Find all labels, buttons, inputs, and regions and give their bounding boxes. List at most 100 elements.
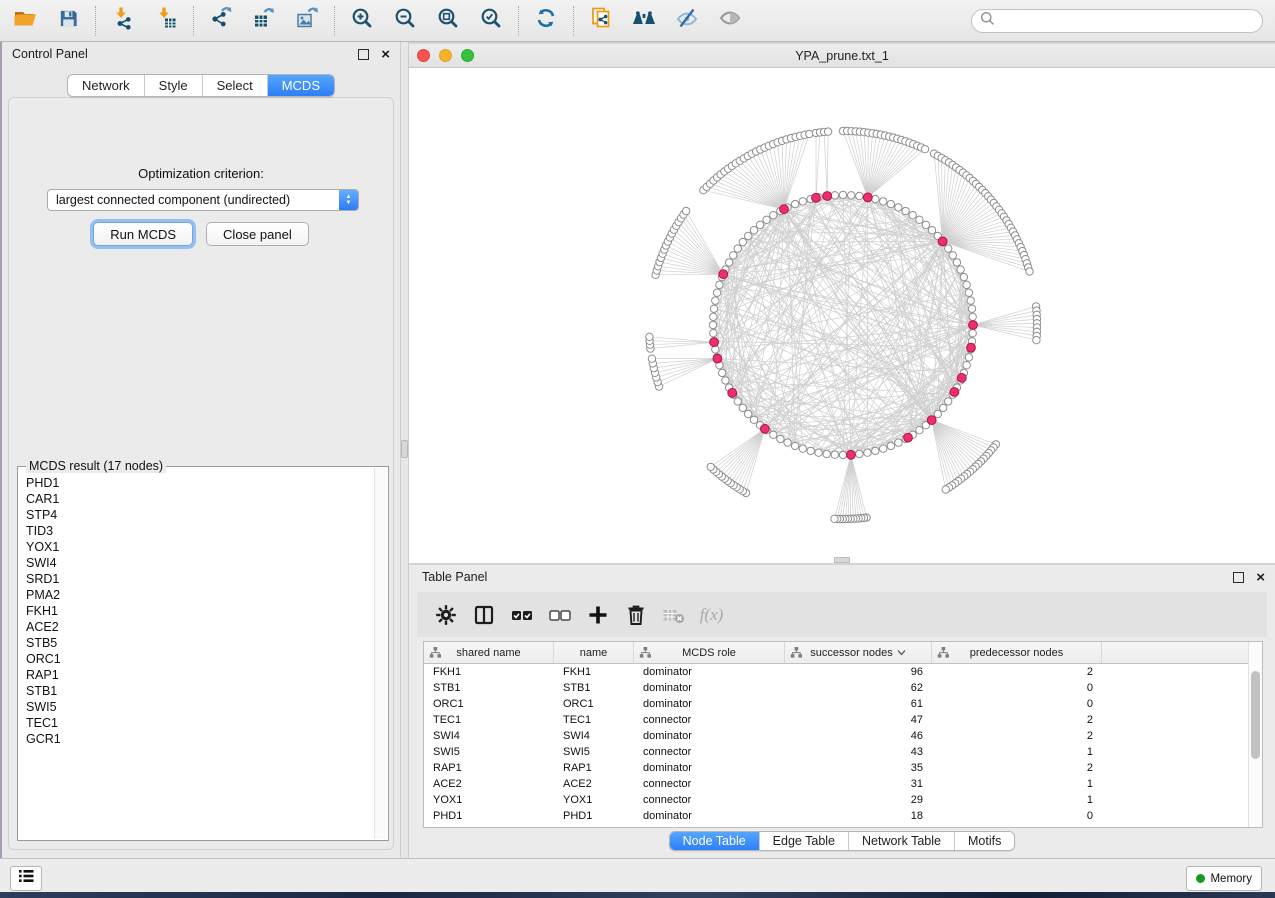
network-canvas[interactable] (409, 68, 1275, 563)
cell-successor-nodes[interactable]: 62 (785, 682, 932, 694)
cell-successor-nodes[interactable]: 18 (785, 810, 932, 822)
cell-mcds-role[interactable]: connector (634, 794, 785, 806)
cell-predecessor-nodes[interactable]: 1 (932, 778, 1102, 790)
tab-motifs[interactable]: Motifs (955, 832, 1014, 850)
float-panel-icon[interactable] (358, 49, 369, 60)
close-panel-button[interactable]: Close panel (206, 222, 309, 246)
table-options-gear-icon[interactable] (432, 601, 459, 628)
close-panel-icon[interactable]: × (381, 47, 390, 62)
export-image-button[interactable] (290, 4, 324, 38)
cell-mcds-role[interactable]: connector (634, 746, 785, 758)
cell-successor-nodes[interactable]: 47 (785, 714, 932, 726)
mcds-result-item[interactable]: CAR1 (26, 491, 375, 507)
export-table-button[interactable] (247, 4, 281, 38)
cell-predecessor-nodes[interactable]: 1 (932, 746, 1102, 758)
horizontal-splitter-handle[interactable] (834, 557, 850, 563)
optimization-criterion-select[interactable]: largest connected component (undirected)… (47, 189, 359, 211)
cell-shared-name[interactable]: ACE2 (424, 778, 554, 790)
search-input[interactable] (995, 13, 1254, 29)
column-header-shared-name[interactable]: shared name (424, 642, 554, 663)
zoom-selected-button[interactable] (474, 4, 508, 38)
cell-predecessor-nodes[interactable]: 0 (932, 698, 1102, 710)
mcds-result-item[interactable]: TEC1 (26, 715, 375, 731)
table-row[interactable]: TEC1TEC1connector472 (424, 712, 1262, 728)
table-row[interactable]: SWI5SWI5connector431 (424, 744, 1262, 760)
first-neighbors-button[interactable] (627, 4, 661, 38)
cell-predecessor-nodes[interactable]: 2 (932, 730, 1102, 742)
cell-successor-nodes[interactable]: 96 (785, 666, 932, 678)
refresh-button[interactable] (529, 4, 563, 38)
deselect-all-icon[interactable] (546, 601, 573, 628)
mcds-result-item[interactable]: TID3 (26, 523, 375, 539)
cell-mcds-role[interactable]: connector (634, 778, 785, 790)
mcds-result-item[interactable]: SWI5 (26, 699, 375, 715)
mcds-result-item[interactable]: SRD1 (26, 571, 375, 587)
add-column-icon[interactable] (584, 601, 611, 628)
cell-shared-name[interactable]: YOX1 (424, 794, 554, 806)
splitter-handle[interactable] (401, 440, 408, 458)
import-table-button[interactable] (149, 4, 183, 38)
zoom-fit-button[interactable] (431, 4, 465, 38)
network-window-titlebar[interactable]: YPA_prune.txt_1 (409, 44, 1275, 68)
cell-shared-name[interactable]: PHD1 (424, 810, 554, 822)
cell-successor-nodes[interactable]: 61 (785, 698, 932, 710)
scrollbar-thumb[interactable] (1251, 671, 1260, 759)
cell-mcds-role[interactable]: dominator (634, 698, 785, 710)
search-box[interactable] (971, 9, 1263, 33)
table-scrollbar[interactable] (1248, 642, 1262, 827)
tab-network-table[interactable]: Network Table (849, 832, 955, 850)
column-header-mcds-role[interactable]: MCDS role (634, 642, 785, 663)
cell-predecessor-nodes[interactable]: 2 (932, 666, 1102, 678)
show-columns-icon[interactable] (470, 601, 497, 628)
mcds-result-item[interactable]: PHD1 (26, 475, 375, 491)
show-all-button[interactable] (713, 4, 747, 38)
cell-name[interactable]: RAP1 (554, 762, 634, 774)
cell-mcds-role[interactable]: dominator (634, 810, 785, 822)
cell-name[interactable]: SWI5 (554, 746, 634, 758)
table-row[interactable]: ACE2ACE2connector311 (424, 776, 1262, 792)
clone-network-button[interactable] (584, 4, 618, 38)
table-row[interactable]: FKH1FKH1dominator962 (424, 664, 1262, 680)
cell-predecessor-nodes[interactable]: 2 (932, 762, 1102, 774)
cell-name[interactable]: TEC1 (554, 714, 634, 726)
cell-mcds-role[interactable]: dominator (634, 682, 785, 694)
mcds-result-item[interactable]: ACE2 (26, 619, 375, 635)
cell-mcds-role[interactable]: dominator (634, 730, 785, 742)
table-row[interactable]: SWI4SWI4dominator462 (424, 728, 1262, 744)
tab-node-table[interactable]: Node Table (670, 832, 760, 850)
cell-shared-name[interactable]: ORC1 (424, 698, 554, 710)
memory-button[interactable]: Memory (1186, 866, 1262, 891)
cell-name[interactable]: PHD1 (554, 810, 634, 822)
zoom-out-button[interactable] (388, 4, 422, 38)
cell-predecessor-nodes[interactable]: 2 (932, 714, 1102, 726)
mcds-result-item[interactable]: ORC1 (26, 651, 375, 667)
mcds-result-item[interactable]: PMA2 (26, 587, 375, 603)
control-tab-style[interactable]: Style (145, 75, 203, 96)
cell-shared-name[interactable]: SWI5 (424, 746, 554, 758)
cell-mcds-role[interactable]: dominator (634, 762, 785, 774)
cell-successor-nodes[interactable]: 43 (785, 746, 932, 758)
cell-shared-name[interactable]: SWI4 (424, 730, 554, 742)
mcds-result-item[interactable]: STP4 (26, 507, 375, 523)
cell-name[interactable]: STB1 (554, 682, 634, 694)
network-graph[interactable] (409, 68, 1275, 564)
zoom-in-button[interactable] (345, 4, 379, 38)
cell-predecessor-nodes[interactable]: 1 (932, 794, 1102, 806)
cell-shared-name[interactable]: STB1 (424, 682, 554, 694)
cell-mcds-role[interactable]: connector (634, 714, 785, 726)
mcds-result-item[interactable]: YOX1 (26, 539, 375, 555)
open-file-button[interactable] (8, 4, 42, 38)
mcds-result-item[interactable]: FKH1 (26, 603, 375, 619)
mcds-result-list[interactable]: PHD1CAR1STP4TID3YOX1SWI4SRD1PMA2FKH1ACE2… (19, 471, 375, 839)
column-header-successor-nodes[interactable]: successor nodes (785, 642, 932, 663)
cell-shared-name[interactable]: TEC1 (424, 714, 554, 726)
table-row[interactable]: YOX1YOX1connector291 (424, 792, 1262, 808)
export-network-button[interactable] (204, 4, 238, 38)
cell-successor-nodes[interactable]: 29 (785, 794, 932, 806)
column-header-name[interactable]: name (554, 642, 634, 663)
cell-name[interactable]: SWI4 (554, 730, 634, 742)
delete-column-icon[interactable] (622, 601, 649, 628)
hide-selected-button[interactable] (670, 4, 704, 38)
cell-name[interactable]: ACE2 (554, 778, 634, 790)
mcds-result-item[interactable]: STB1 (26, 683, 375, 699)
